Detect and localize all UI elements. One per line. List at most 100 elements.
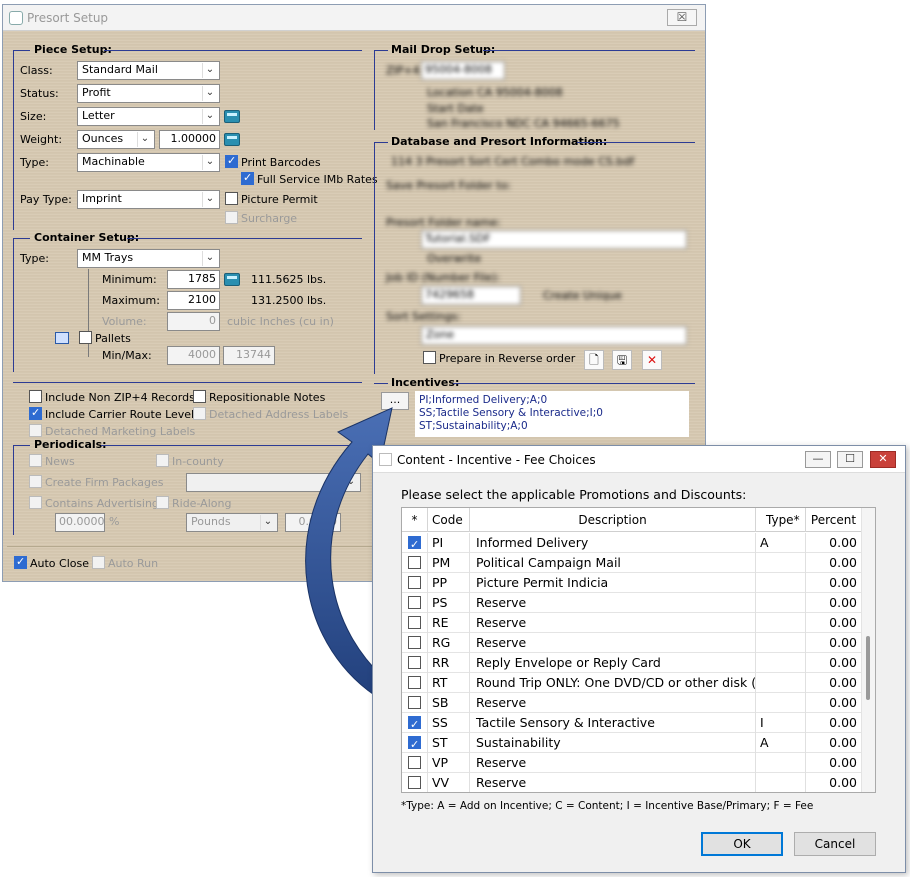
- row-checkbox[interactable]: [408, 576, 421, 589]
- row-checkbox[interactable]: [408, 556, 421, 569]
- ride-along-checkbox[interactable]: [156, 496, 169, 509]
- save-icon[interactable]: 🖫: [612, 350, 632, 370]
- row-checkbox[interactable]: [408, 535, 421, 553]
- minimize-button[interactable]: —: [805, 451, 831, 468]
- col-header-code[interactable]: Code: [428, 508, 470, 532]
- repositionable-notes-checkbox[interactable]: [193, 390, 206, 403]
- row-checkbox[interactable]: [408, 616, 421, 629]
- auto-run-checkbox[interactable]: [92, 556, 105, 569]
- calculator-icon[interactable]: [224, 133, 240, 146]
- chevron-down-icon: ⌄: [137, 132, 152, 147]
- weight-input[interactable]: 1.00000: [159, 130, 220, 149]
- close-button[interactable]: ☒: [667, 9, 697, 26]
- table-row[interactable]: PS Reserve 0.00: [402, 593, 862, 613]
- detached-address-checkbox[interactable]: [193, 407, 206, 420]
- prepare-reverse-checkbox[interactable]: [423, 351, 436, 364]
- col-header-description[interactable]: Description: [470, 508, 756, 532]
- incentive-grid: * Code Description Type* Percent PIInfor…: [401, 507, 876, 793]
- pallet-min-input[interactable]: 4000: [167, 346, 220, 365]
- status-select[interactable]: Profit ⌄: [77, 84, 220, 103]
- table-row[interactable]: PP Picture Permit Indicia 0.00: [402, 573, 862, 593]
- picture-permit-checkbox[interactable]: [225, 192, 238, 205]
- in-county-checkbox[interactable]: [156, 454, 169, 467]
- type-select[interactable]: Machinable ⌄: [77, 153, 220, 172]
- divider: [13, 445, 14, 535]
- container-type-label: Type:: [20, 252, 49, 265]
- calculator-icon[interactable]: [224, 110, 240, 123]
- database-path: 114 3 Presort Sort Cert Combo mode CS.bd…: [391, 155, 635, 168]
- row-checkbox[interactable]: [408, 596, 421, 609]
- row-checkbox[interactable]: [408, 715, 421, 733]
- row-checkbox[interactable]: [408, 656, 421, 669]
- row-checkbox[interactable]: [408, 636, 421, 649]
- presort-folder-input[interactable]: Tutorial.SDF: [421, 230, 687, 249]
- row-checkbox-cell: [402, 753, 428, 773]
- delete-icon[interactable]: ✕: [642, 350, 662, 370]
- database-title: Database and Presort Information:: [391, 135, 608, 148]
- pallet-max-input[interactable]: 13744: [223, 346, 275, 365]
- weight-unit-select[interactable]: Ounces ⌄: [77, 130, 155, 149]
- maximum-input[interactable]: 2100: [167, 291, 220, 310]
- print-barcodes-checkbox[interactable]: [225, 154, 238, 168]
- class-select[interactable]: Standard Mail ⌄: [77, 61, 220, 80]
- include-non-zip4-checkbox[interactable]: [29, 390, 42, 403]
- dialog-app-icon: [379, 453, 392, 466]
- table-row[interactable]: RG Reserve 0.00: [402, 633, 862, 653]
- table-row[interactable]: SB Reserve 0.00: [402, 693, 862, 713]
- col-header-percent[interactable]: Percent: [806, 508, 862, 532]
- grid-scrollbar[interactable]: [861, 508, 875, 792]
- row-code: VP: [428, 753, 470, 773]
- pay-type-select[interactable]: Imprint ⌄: [77, 190, 220, 209]
- container-setup-title: Container Setup:: [34, 231, 140, 244]
- cancel-button[interactable]: Cancel: [794, 832, 876, 856]
- auto-close-checkbox[interactable]: [14, 555, 27, 569]
- table-row[interactable]: SSTactile Sensory & InteractiveI0.00: [402, 713, 862, 733]
- minimum-input[interactable]: 1785: [167, 270, 220, 289]
- create-firm-label: Create Firm Packages: [45, 476, 164, 489]
- full-service-checkbox[interactable]: [241, 171, 254, 185]
- table-row[interactable]: VV Reserve 0.00: [402, 773, 862, 792]
- maximize-button[interactable]: ☐: [837, 451, 863, 468]
- detached-marketing-checkbox[interactable]: [29, 424, 42, 437]
- row-description: Reserve: [470, 613, 756, 633]
- ok-button[interactable]: OK: [701, 832, 783, 856]
- presort-folder-label: Presort Folder name:: [386, 216, 501, 229]
- row-checkbox[interactable]: [408, 735, 421, 753]
- table-row[interactable]: RT Round Trip ONLY: One DVD/CD or other d…: [402, 673, 862, 693]
- include-carrier-route-checkbox[interactable]: [29, 406, 42, 420]
- surcharge-checkbox[interactable]: [225, 211, 238, 224]
- col-header-type[interactable]: Type*: [756, 508, 806, 532]
- col-header-select[interactable]: *: [402, 508, 428, 532]
- row-checkbox[interactable]: [408, 696, 421, 709]
- divider: [13, 238, 14, 372]
- new-file-icon[interactable]: 🗋: [584, 350, 604, 370]
- table-row[interactable]: PIInformed DeliveryA0.00: [402, 533, 862, 553]
- table-row[interactable]: RE Reserve 0.00: [402, 613, 862, 633]
- dialog-close-button[interactable]: ✕: [870, 451, 896, 468]
- ride-along-unit-select[interactable]: Pounds ⌄: [186, 513, 278, 532]
- contains-advertising-checkbox[interactable]: [29, 496, 42, 509]
- container-type-select[interactable]: MM Trays ⌄: [77, 249, 220, 268]
- table-row[interactable]: PM Political Campaign Mail 0.00: [402, 553, 862, 573]
- volume-input[interactable]: 0: [167, 312, 220, 331]
- size-select[interactable]: Letter ⌄: [77, 107, 220, 126]
- calculator-icon[interactable]: [224, 273, 240, 286]
- divider: [453, 383, 695, 384]
- table-row[interactable]: VP Reserve 0.00: [402, 753, 862, 773]
- row-checkbox[interactable]: [408, 776, 421, 789]
- table-row[interactable]: STSustainabilityA0.00: [402, 733, 862, 753]
- advertising-percent-input[interactable]: 00.0000: [55, 513, 105, 532]
- zip4-input[interactable]: 95004-8008: [421, 61, 505, 80]
- divider: [374, 383, 388, 384]
- news-checkbox[interactable]: [29, 454, 42, 467]
- job-id-input[interactable]: 7429658: [421, 286, 521, 305]
- sort-settings-select[interactable]: Zone: [421, 326, 687, 345]
- create-firm-checkbox[interactable]: [29, 475, 42, 488]
- chevron-down-icon: ⌄: [202, 251, 217, 266]
- pallets-checkbox[interactable]: [79, 331, 92, 344]
- scrollbar-thumb[interactable]: [866, 636, 870, 700]
- row-checkbox[interactable]: [408, 756, 421, 769]
- row-checkbox[interactable]: [408, 676, 421, 689]
- notepad-icon[interactable]: [55, 332, 69, 344]
- table-row[interactable]: RR Reply Envelope or Reply Card 0.00: [402, 653, 862, 673]
